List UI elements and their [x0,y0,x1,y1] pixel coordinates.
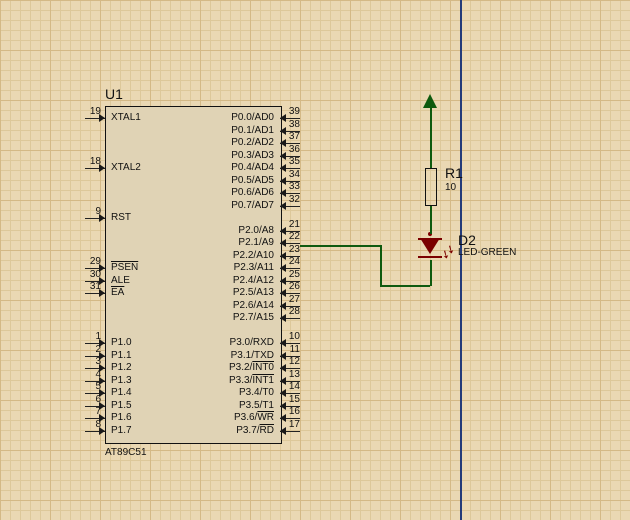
pin-number: 31 [85,281,101,292]
wire-resistor-top [430,108,432,168]
pin-number: 19 [85,106,101,117]
pin-number: 27 [286,294,300,305]
pin-number: 34 [286,169,300,180]
pin-name: P3.7/RD [105,425,274,436]
pin-number: 16 [286,406,300,417]
pin-name: P0.0/AD0 [105,112,274,123]
resistor-value: 10 [445,182,456,193]
pin-number: 21 [286,219,300,230]
pin-number: 12 [286,356,300,367]
pin-number: 7 [85,406,101,417]
pin-number: 6 [85,394,101,405]
pin-number: 30 [85,269,101,280]
pin-number: 15 [286,394,300,405]
pin-number: 2 [85,344,101,355]
wire-led-anode [430,206,432,234]
pin-name: P0.1/AD1 [105,125,274,136]
wire-p21-horizontal [300,245,380,247]
led-refdes: D2 [458,232,476,248]
led-body[interactable] [420,238,440,254]
pin-number: 18 [85,156,101,167]
wire-led-cathode [430,260,432,286]
pin-name: P0.4/AD4 [105,162,274,173]
pin-number: 36 [286,144,300,155]
pin-name: P3.3/INT1 [105,375,274,386]
power-vcc-icon [423,94,437,108]
led-partnum: LED-GREEN [458,247,516,258]
pin-name: P0.2/AD2 [105,137,274,148]
schematic-canvas[interactable]: U1 AT89C51 19XTAL118XTAL29RST29PSEN30ALE… [0,0,630,520]
pin-number: 17 [286,419,300,430]
pin-name: P3.2/INT0 [105,362,274,373]
pin-name: P2.0/A8 [105,225,274,236]
pin-number: 23 [286,244,300,255]
pin-number: 33 [286,181,300,192]
resistor-body[interactable] [425,168,437,206]
pin-number: 14 [286,381,300,392]
pin-number: 4 [85,369,101,380]
pin-number: 37 [286,131,300,142]
pin-name: P3.1/TXD [105,350,274,361]
pin-number: 9 [85,206,101,217]
sheet-border [460,0,462,520]
pin-number: 1 [85,331,101,342]
pin-number: 35 [286,156,300,167]
pin-number: 32 [286,194,300,205]
pin-number: 22 [286,231,300,242]
pin-name: P0.6/AD6 [105,187,274,198]
pin-name: P2.3/A11 [105,262,274,273]
pin-name: P3.5/T1 [105,400,274,411]
pin-name: P3.0/RXD [105,337,274,348]
pin-number: 8 [85,419,101,430]
pin-name: P2.7/A15 [105,312,274,323]
pin-number: 38 [286,119,300,130]
pin-name: P2.5/A13 [105,287,274,298]
pin-number: 3 [85,356,101,367]
pin-name: P3.4/T0 [105,387,274,398]
pin-number: 28 [286,306,300,317]
pin-number: 11 [286,344,300,355]
pin-name: P0.3/AD3 [105,150,274,161]
ic-refdes: U1 [105,86,123,102]
pin-name: P0.7/AD7 [105,200,274,211]
pin-name: P2.1/A9 [105,237,274,248]
pin-number: 29 [85,256,101,267]
pin-number: 39 [286,106,300,117]
pin-number: 10 [286,331,300,342]
pin-number: 24 [286,256,300,267]
pin-name: P3.6/WR [105,412,274,423]
wire-p21-vertical [380,245,382,285]
pin-number: 26 [286,281,300,292]
wire-to-led-bottom [380,285,430,287]
ic-partnum: AT89C51 [105,447,147,458]
pin-name: P2.2/A10 [105,250,274,261]
pin-name: P2.6/A14 [105,300,274,311]
pin-number: 5 [85,381,101,392]
pin-number: 13 [286,369,300,380]
pin-number: 25 [286,269,300,280]
resistor-refdes: R1 [445,165,463,181]
pin-name: RST [111,212,131,223]
pin-name: P2.4/A12 [105,275,274,286]
pin-name: P0.5/AD5 [105,175,274,186]
